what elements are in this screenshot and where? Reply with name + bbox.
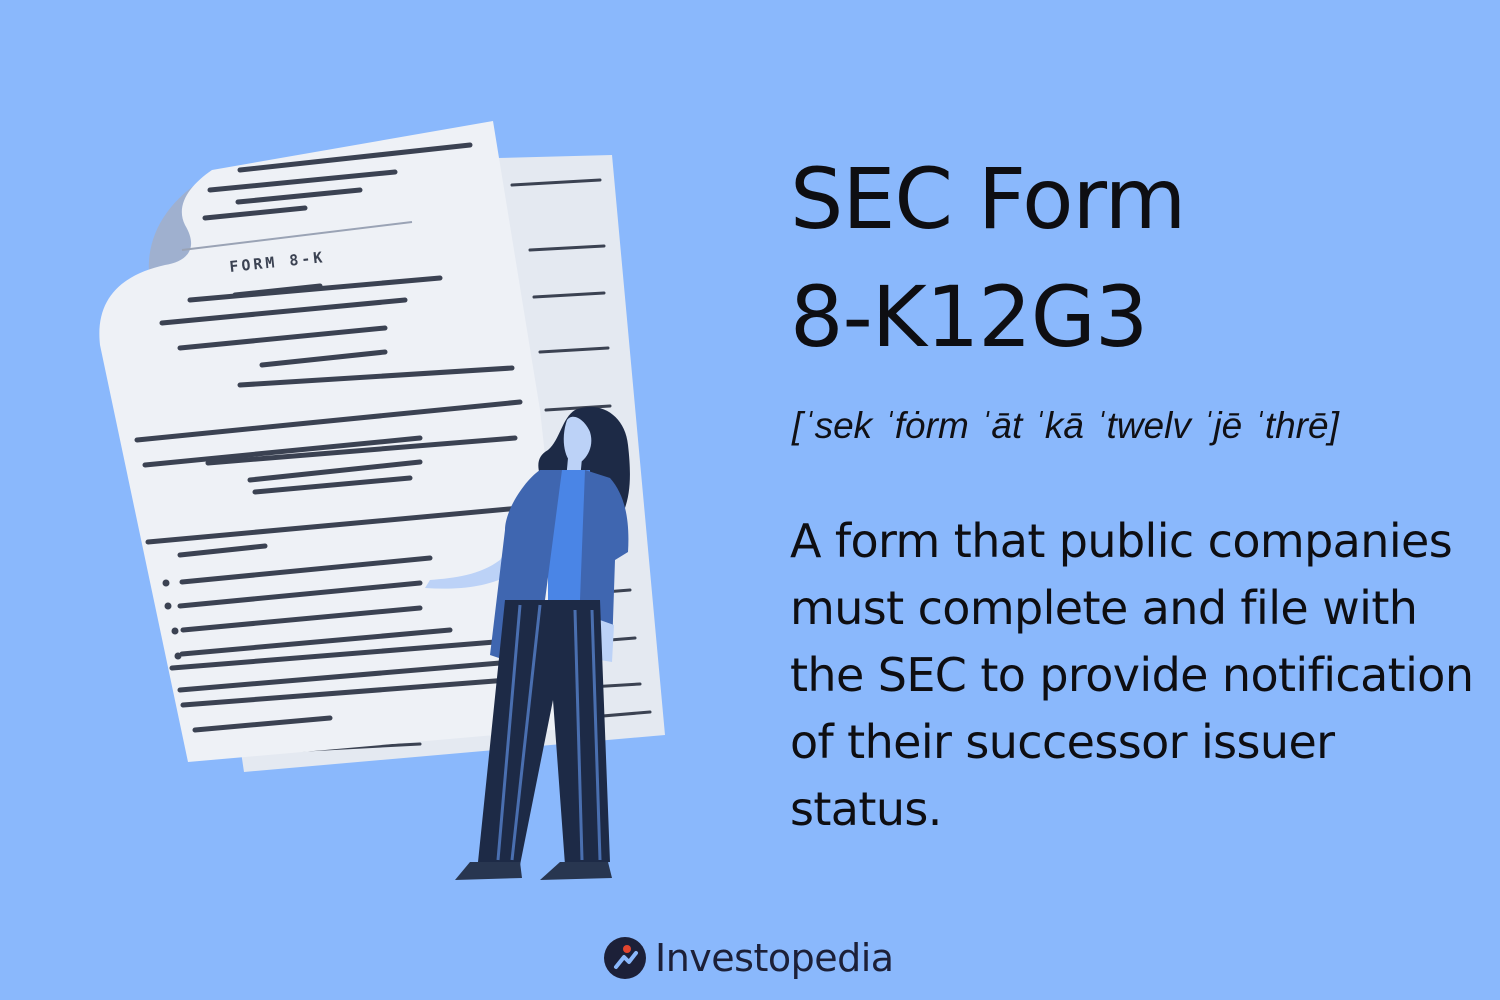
pronunciation: [ˈsek ˈfȯrm ˈāt ˈkā ˈtwelv ˈjē ˈthrē] [792,405,1339,446]
definition-text: A form that public companies must comple… [790,514,1474,836]
title-line-1: SEC Form [790,150,1186,248]
documents-illustration: FORM 8-K [99,121,665,880]
brand-name: Investopedia [655,936,894,980]
person-shoe-right [540,862,612,880]
brand-logo[interactable]: Investopedia [603,930,894,986]
investopedia-logo-icon [604,937,646,979]
title-line-2: 8-K12G3 [790,268,1148,366]
person-shoe-left [455,862,522,880]
page-title: SEC Form 8-K12G3 [790,140,1470,376]
